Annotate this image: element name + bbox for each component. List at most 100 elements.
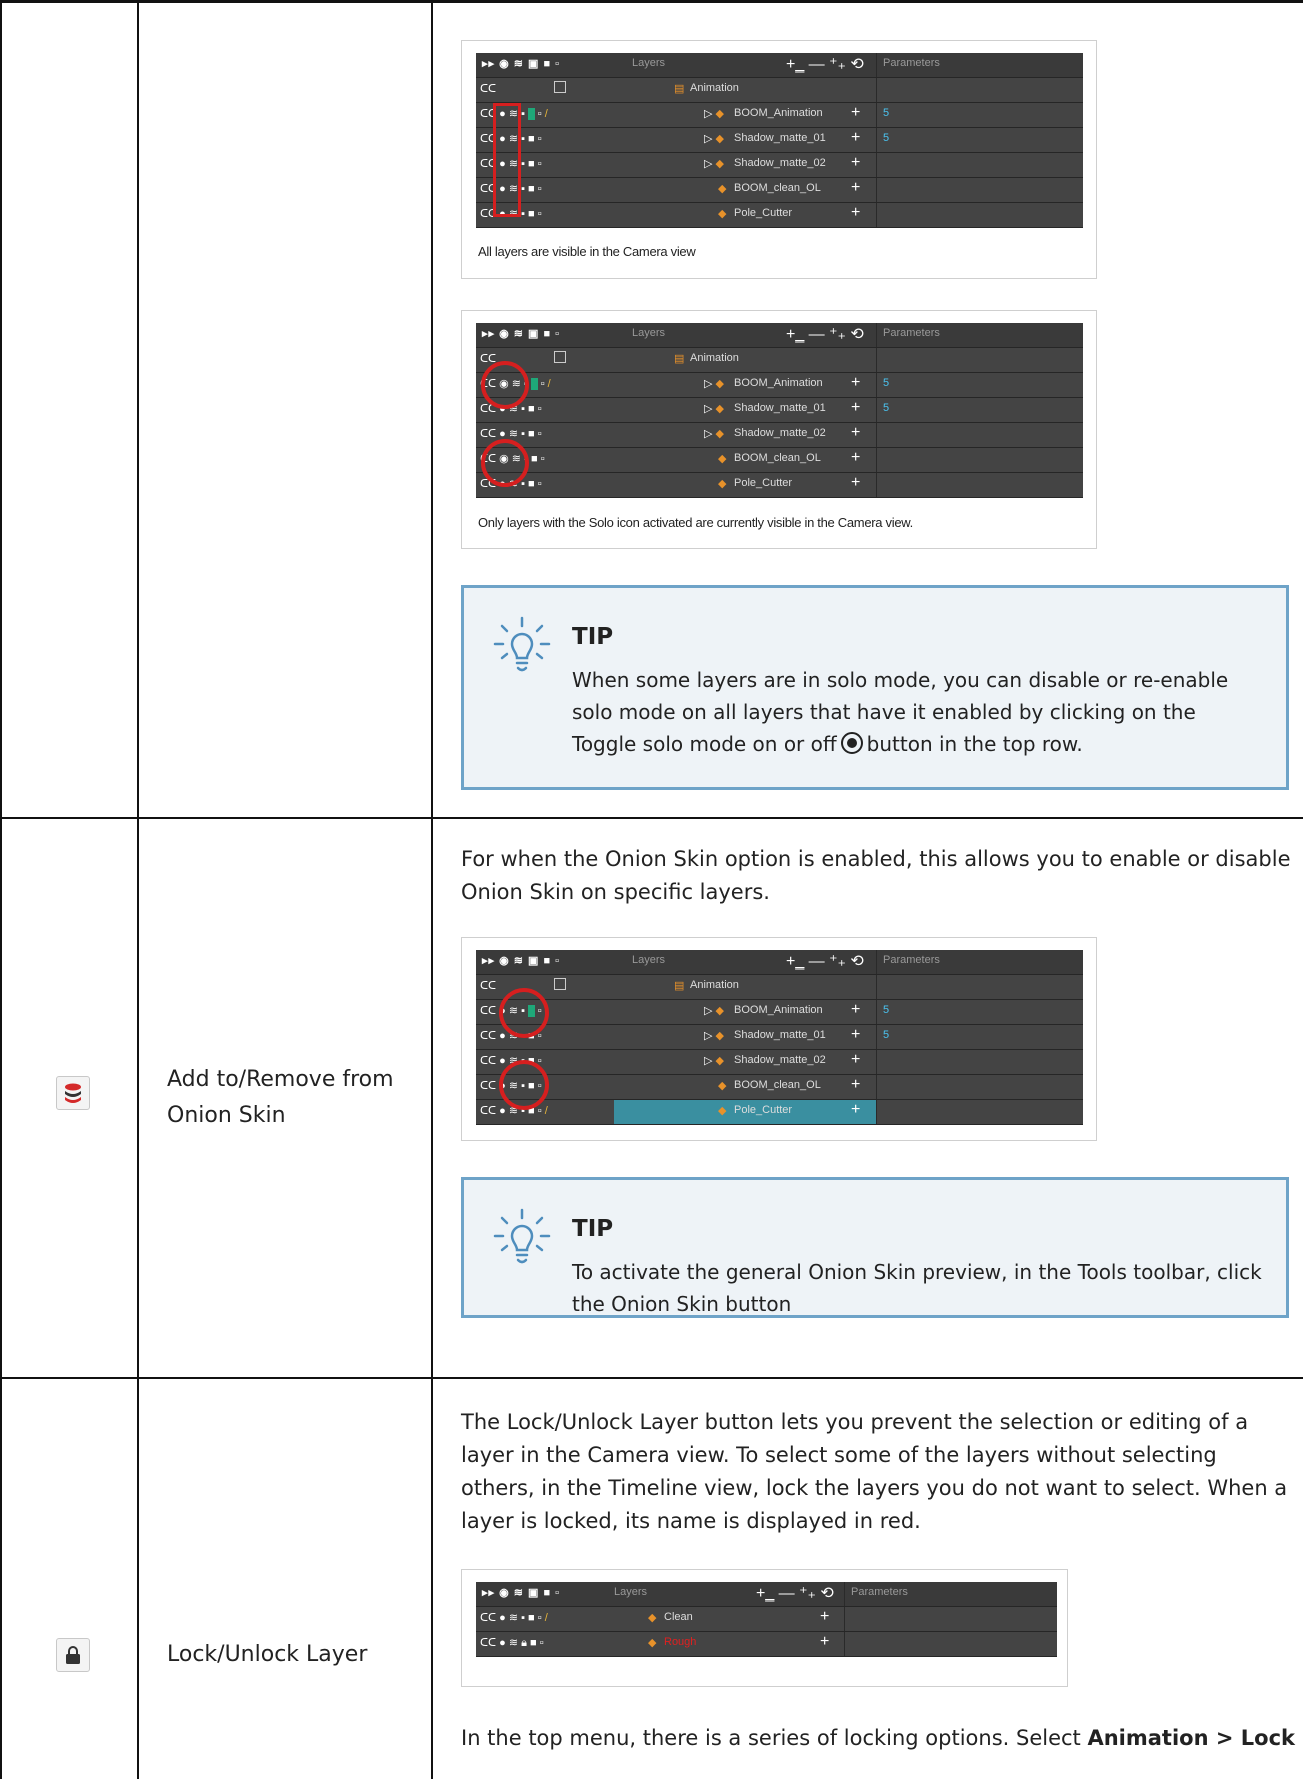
- layer-name: Pole_Cutter: [734, 207, 793, 219]
- layer-name: Clean: [664, 1611, 693, 1623]
- timeline-header: ▸▸ ◉ ≋ ▣ ■ ▫ Layers +‗ — ⁺₊ ⟲ Parameters: [476, 323, 1083, 348]
- example-caption: All layers are visible in the Camera vie…: [478, 244, 696, 259]
- timeline-row-group[interactable]: ᑕᑕ ▤ Animation: [476, 78, 1083, 103]
- param-value: 5: [883, 107, 890, 119]
- param-value: 5: [883, 1029, 890, 1041]
- property-description: For when the Onion Skin option is enable…: [461, 847, 1291, 904]
- layer-name: Shadow_matte_01: [734, 402, 826, 414]
- tip-body: To activate the general Onion Skin previ…: [572, 1260, 1262, 1316]
- timeline-row[interactable]: ᑕᑕ ● ≋ ▪ ■ ▫ ◆ Pole_Cutter +: [476, 203, 1083, 228]
- table-top-border: [0, 0, 1303, 3]
- timeline-row[interactable]: ᑕᑕ ● ≋ ▪ ■ ▫ ◆ Pole_Cutter +: [476, 473, 1083, 498]
- property-name: Lock/Unlock Layer: [167, 1642, 368, 1667]
- layer-name: BOOM_clean_OL: [734, 1079, 821, 1091]
- header-layers: Layers: [632, 57, 666, 69]
- layer-name: Shadow_matte_02: [734, 1054, 826, 1066]
- layer-name: Shadow_matte_01: [734, 1029, 826, 1041]
- onion-skin-icon: [56, 1076, 90, 1110]
- timeline-header: ▸▸ ◉ ≋ ▣ ■ ▫ Layers +‗ — ⁺₊ ⟲ Parameters: [476, 1582, 1057, 1607]
- solo-example-2: ▸▸ ◉ ≋ ▣ ■ ▫ Layers +‗ — ⁺₊ ⟲ Parameters…: [461, 310, 1097, 549]
- tip-box-solo: TIP When some layers are in solo mode, y…: [461, 585, 1289, 790]
- header-parameters: Parameters: [851, 1586, 908, 1598]
- lock-example: ▸▸ ◉ ≋ ▣ ■ ▫ Layers +‗ — ⁺₊ ⟲ Parameters…: [461, 1569, 1068, 1687]
- timeline-row[interactable]: ᑕᑕ ● ≋ ▪ ■ ▫ ▷ ◆ Shadow_matte_02 +: [476, 153, 1083, 178]
- timeline-row[interactable]: ᑕᑕ ● ≋ ▪ ■ ▫ ▷ ◆ Shadow_matte_01 + 5: [476, 1025, 1083, 1050]
- add-layer-icon[interactable]: +‗ — ⁺₊ ⟲: [786, 54, 864, 74]
- table-divider-1: [137, 0, 139, 1779]
- tip-title: TIP: [572, 624, 614, 650]
- solo-column-highlight: [493, 103, 521, 217]
- property-description: The Lock/Unlock Layer button lets you pr…: [461, 1410, 1288, 1533]
- header-layers: Layers: [632, 327, 666, 339]
- timeline-row-selected[interactable]: ᑕᑕ ● ≋ ▪ ■ ▫ / ◆ Pole_Cutter +: [476, 1100, 1083, 1125]
- onion-highlight-circle: [499, 1060, 549, 1110]
- onion-example: ▸▸ ◉ ≋ ▣ ■ ▫ Layers +‗ — ⁺₊ ⟲ Parameters…: [461, 937, 1097, 1141]
- timeline-panel: ▸▸ ◉ ≋ ▣ ■ ▫ Layers +‗ — ⁺₊ ⟲ Parameters…: [476, 323, 1083, 498]
- timeline-header: ▸▸ ◉ ≋ ▣ ■ ▫ Layers +‗ — ⁺₊ ⟲ Parameters: [476, 53, 1083, 78]
- timeline-row[interactable]: ᑕᑕ ● ≋ ▪ ■ ▫ / ◆ Clean +: [476, 1607, 1057, 1632]
- timeline-panel: ▸▸ ◉ ≋ ▣ ■ ▫ Layers +‗ — ⁺₊ ⟲ Parameters…: [476, 53, 1083, 228]
- add-layer-icon[interactable]: +‗ — ⁺₊ ⟲: [756, 1583, 834, 1603]
- param-value: 5: [883, 1004, 890, 1016]
- timeline-row-locked[interactable]: ᑕᑕ ● ≋ 🔒︎ ■ ▫ ◆ Rough +: [476, 1632, 1057, 1657]
- timeline-row[interactable]: ᑕᑕ ◉ ≋ ▪ ■ ▫ / ▷ ◆ BOOM_Animation + 5: [476, 373, 1083, 398]
- timeline-row[interactable]: ᑕᑕ ● ≋ ▪ ■ ▫ ◆ BOOM_clean_OL +: [476, 1075, 1083, 1100]
- lock-icon: [56, 1638, 90, 1672]
- add-layer-icon[interactable]: +‗ — ⁺₊ ⟲: [786, 951, 864, 971]
- table-divider-2: [431, 0, 433, 1779]
- layer-name: Animation: [690, 979, 739, 991]
- timeline-row-group[interactable]: ᑕᑕ ▤ Animation: [476, 348, 1083, 373]
- lightbulb-icon: [493, 616, 551, 672]
- header-parameters: Parameters: [883, 954, 940, 966]
- row-divider-1: [0, 817, 1303, 819]
- tip-text: button in the top row.: [866, 732, 1083, 756]
- timeline-row[interactable]: ᑕᑕ ● ≋ ▪ ■ ▫ / ▷ ◆ BOOM_Animation + 5: [476, 103, 1083, 128]
- timeline-row[interactable]: ᑕᑕ ● ≋ ▪ ■ ▫ ▷ ◆ BOOM_Animation + 5: [476, 1000, 1083, 1025]
- solo-toggle-icon: [840, 732, 863, 754]
- table-border-left: [0, 0, 2, 1779]
- timeline-row[interactable]: ᑕᑕ ◉ ≋ ▪ ■ ▫ ◆ BOOM_clean_OL +: [476, 448, 1083, 473]
- layer-name: Shadow_matte_02: [734, 157, 826, 169]
- header-layers: Layers: [632, 954, 666, 966]
- layer-name: Animation: [690, 82, 739, 94]
- example-caption: Only layers with the Solo icon activated…: [478, 515, 913, 530]
- lock-footer-text: In the top menu, there is a series of lo…: [461, 1722, 1295, 1755]
- tip-box-onion: TIP To activate the general Onion Skin p…: [461, 1177, 1289, 1318]
- timeline-row[interactable]: ᑕᑕ ● ≋ ▪ ■ ▫ ▷ ◆ Shadow_matte_01 + 5: [476, 398, 1083, 423]
- header-layers: Layers: [614, 1586, 648, 1598]
- param-value: 5: [883, 132, 890, 144]
- param-value: 5: [883, 402, 890, 414]
- solo-highlight-circle: [481, 439, 529, 487]
- layer-name-locked: Rough: [664, 1636, 697, 1648]
- timeline-panel: ▸▸ ◉ ≋ ▣ ■ ▫ Layers +‗ — ⁺₊ ⟲ Parameters…: [476, 1582, 1057, 1657]
- timeline-row[interactable]: ᑕᑕ ● ≋ ▪ ■ ▫ ▷ ◆ Shadow_matte_02 +: [476, 1050, 1083, 1075]
- timeline-row[interactable]: ᑕᑕ ● ≋ ▪ ■ ▫ ◆ BOOM_clean_OL +: [476, 178, 1083, 203]
- property-name: Add to/Remove from Onion Skin: [167, 1067, 394, 1128]
- layer-name: Shadow_matte_02: [734, 427, 826, 439]
- layer-name: Pole_Cutter: [734, 1104, 793, 1116]
- layer-name: BOOM_Animation: [734, 107, 823, 119]
- layer-name: BOOM_Animation: [734, 1004, 823, 1016]
- param-value: 5: [883, 377, 890, 389]
- footer-text: In the top menu, there is a series of lo…: [461, 1726, 1081, 1750]
- layer-name: Pole_Cutter: [734, 477, 793, 489]
- timeline-row-group[interactable]: ᑕᑕ ▤ Animation: [476, 975, 1083, 1000]
- add-layer-icon[interactable]: +‗ — ⁺₊ ⟲: [786, 324, 864, 344]
- onion-highlight-circle: [499, 988, 549, 1038]
- header-parameters: Parameters: [883, 57, 940, 69]
- timeline-panel: ▸▸ ◉ ≋ ▣ ■ ▫ Layers +‗ — ⁺₊ ⟲ Parameters…: [476, 950, 1083, 1125]
- solo-highlight-circle: [481, 361, 529, 409]
- timeline-header: ▸▸ ◉ ≋ ▣ ■ ▫ Layers +‗ — ⁺₊ ⟲ Parameters: [476, 950, 1083, 975]
- row-divider-2: [0, 1377, 1303, 1379]
- layer-name: BOOM_Animation: [734, 377, 823, 389]
- layer-name: BOOM_clean_OL: [734, 452, 821, 464]
- layer-name: BOOM_clean_OL: [734, 182, 821, 194]
- lightbulb-icon: [493, 1208, 551, 1264]
- header-parameters: Parameters: [883, 327, 940, 339]
- menu-path: Animation > Lock: [1087, 1726, 1295, 1750]
- layer-name: Shadow_matte_01: [734, 132, 826, 144]
- timeline-row[interactable]: ᑕᑕ ● ≋ ▪ ■ ▫ ▷ ◆ Shadow_matte_02 +: [476, 423, 1083, 448]
- timeline-row[interactable]: ᑕᑕ ● ≋ ▪ ■ ▫ ▷ ◆ Shadow_matte_01 + 5: [476, 128, 1083, 153]
- tip-title: TIP: [572, 1216, 614, 1242]
- tip-body: When some layers are in solo mode, you c…: [572, 664, 1262, 760]
